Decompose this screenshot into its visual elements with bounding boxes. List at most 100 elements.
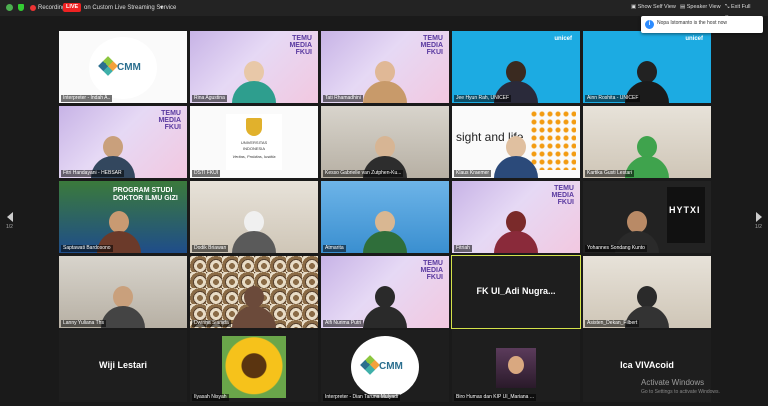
activate-windows-watermark: Activate Windows — [641, 378, 705, 387]
video-tile[interactable]: PROGRAM STUDI DOKTOR ILMU GIZI Saptawati… — [59, 181, 187, 253]
meeting-info-icon[interactable] — [6, 4, 13, 11]
temu-media-banner: TEMU MEDIA FKUI — [289, 35, 312, 56]
participant-name: Ainn Roshita - UNICEF — [585, 95, 641, 102]
program-text: PROGRAM STUDI DOKTOR ILMU GIZI — [113, 187, 178, 202]
book-cover-text: HYTXI — [669, 205, 701, 215]
participant-video — [230, 286, 278, 328]
universitas-indonesia-logo: UNIVERSITAS INDONESIA Veritas, Probitas,… — [226, 114, 282, 170]
participant-video — [361, 61, 409, 103]
video-tile[interactable]: TEMU MEDIA FKUI Fitriah — [452, 181, 580, 253]
video-tile[interactable]: Dodik Briawan — [190, 181, 318, 253]
participant-name: Dwinna Sianida — [192, 320, 231, 327]
participant-name: Yohannes Sondang Kunto — [585, 245, 647, 252]
ui-logo-motto: Veritas, Probitas, Iustitia — [232, 154, 276, 159]
live-badge[interactable]: LIVE — [63, 3, 82, 12]
video-tile[interactable]: sight and life Klaus Kraemer — [452, 106, 580, 178]
participant-name: Saptawati Bardosono — [61, 245, 113, 252]
participant-video — [361, 211, 409, 253]
participant-name: Alfi Nurima Putri — [323, 320, 364, 327]
video-tile-active-speaker[interactable]: FK UI_Adi Nugra... — [451, 255, 581, 329]
video-tile[interactable]: TEMU MEDIA FKUI Rina Agustina — [190, 31, 318, 103]
temu-media-banner: TEMU MEDIA FKUI — [420, 260, 443, 281]
speaker-view-icon: ▤ — [680, 4, 686, 10]
participant-name: Atmarita — [323, 245, 346, 252]
recording-dot-icon — [30, 5, 36, 11]
video-tile[interactable]: UNIVERSITAS INDONESIA Veritas, Probitas,… — [190, 106, 318, 178]
participant-name: DSTI FKUI — [192, 170, 221, 177]
participant-video — [492, 136, 540, 178]
recording-label[interactable]: Recording — [38, 2, 65, 14]
participant-video — [361, 286, 409, 328]
cmm-logo: CMM — [89, 37, 157, 99]
info-icon: i — [645, 20, 654, 29]
host-notification-toast[interactable]: i Nopa Istomanto is the host now — [641, 16, 763, 33]
video-tile[interactable]: Dwinna Sianida — [190, 256, 318, 328]
ui-logo-line2: INDONESIA — [242, 146, 265, 151]
cmm-logo-mark-icon — [98, 56, 118, 76]
temu-media-banner: TEMU MEDIA FKUI — [420, 35, 443, 56]
speaker-view-label: Speaker View — [686, 4, 721, 10]
participant-display-name: FK UI_Adi Nugra... — [476, 286, 556, 296]
notification-text: Nopa Istomanto is the host now — [657, 20, 728, 26]
cmm-logo-text: CMM — [379, 361, 403, 372]
video-tile[interactable]: TEMU MEDIA FKUI Tati Rhamadhini — [321, 31, 449, 103]
participant-name: Interpreter - Dian Taruna Mulyadi — [323, 394, 400, 401]
participant-name: Klaus Kraemer — [454, 170, 492, 177]
participant-name: Kartika Gusti Lestari — [585, 170, 635, 177]
video-tile[interactable]: CMM Interpreter - Indah A.. — [59, 31, 187, 103]
participant-name: Tati Rhamadhini — [323, 95, 363, 102]
video-tile[interactable]: Wiji Lestari — [59, 330, 187, 402]
video-tile[interactable]: TEMU MEDIA FKUI Fitri Handayani - HEBSAR — [59, 106, 187, 178]
video-tile[interactable]: unicef Ainn Roshita - UNICEF — [583, 31, 711, 103]
self-view-icon: ▣ — [631, 4, 637, 10]
video-tile[interactable]: Kesso Gabrielle van Zutphen-Ku... — [321, 106, 449, 178]
chevron-down-icon[interactable]: ▾ — [160, 2, 163, 14]
video-tile[interactable]: CMM Interpreter - Dian Taruna Mulyadi — [321, 330, 449, 402]
unicef-logo: unicef — [685, 36, 703, 42]
show-self-view-button[interactable]: ▣ Show Self View — [628, 2, 679, 13]
participant-name: Kesso Gabrielle van Zutphen-Ku... — [323, 170, 404, 177]
video-tile[interactable]: Lanny Yuliana Ths — [59, 256, 187, 328]
temu-media-banner: TEMU MEDIA FKUI — [551, 185, 574, 206]
book-cover: HYTXI — [667, 187, 705, 243]
participant-name: Fitriah — [454, 245, 472, 252]
ui-crest-icon — [246, 118, 262, 136]
speaker-view-button[interactable]: ▤ Speaker View — [677, 2, 724, 13]
participant-video — [230, 211, 278, 253]
video-tile[interactable]: unicef Jee Hyun Rah, UNICEF — [452, 31, 580, 103]
participant-name: Fitri Handayani - HEBSAR — [61, 170, 124, 177]
participant-video — [99, 286, 147, 328]
cmm-logo-mark-icon — [360, 355, 380, 375]
participant-video — [230, 61, 278, 103]
participant-display-name: Wiji Lestari — [99, 360, 147, 370]
unicef-logo: unicef — [554, 36, 572, 42]
video-tile[interactable]: Biro Humas dan KIP UI_Mariana ... — [452, 330, 580, 402]
activate-windows-subtext: Go to Settings to activate Windows. — [641, 389, 720, 395]
show-self-view-label: Show Self View — [637, 4, 676, 10]
gallery-grid: CMM Interpreter - Indah A.. TEMU MEDIA F… — [0, 16, 768, 406]
cmm-logo: CMM — [351, 336, 419, 398]
video-tile[interactable]: HYTXI Yohannes Sondang Kunto — [583, 181, 711, 253]
temu-media-banner: TEMU MEDIA FKUI — [158, 110, 181, 131]
video-tile[interactable]: Atmarita — [321, 181, 449, 253]
participant-name: Interpreter - Indah A.. — [61, 95, 113, 102]
video-tile[interactable]: Asisten_Dekan_Filbert — [583, 256, 711, 328]
ui-logo-line1: UNIVERSITAS — [240, 140, 268, 145]
participant-name: Lanny Yuliana Ths — [61, 320, 106, 327]
cmm-logo-text: CMM — [117, 62, 141, 73]
video-tile[interactable]: TEMU MEDIA FKUI Alfi Nurima Putri — [321, 256, 449, 328]
participant-name: Rina Agustina — [192, 95, 227, 102]
participant-name: Asisten_Dekan_Filbert — [585, 320, 640, 327]
exit-fullscreen-icon: ⤡ — [725, 4, 730, 10]
participant-name: Jee Hyun Rah, UNICEF — [454, 95, 512, 102]
participant-display-name: Ica VIVAcoid — [620, 360, 674, 370]
video-tile[interactable]: Ilyasah Nisyah — [190, 330, 318, 402]
exit-full-screen-button[interactable]: ⤡ Exit Full Screen — [722, 2, 768, 21]
meeting-top-bar: Recording LIVE on Custom Live Streaming … — [0, 0, 768, 21]
participant-video — [492, 211, 540, 253]
video-tile[interactable]: Kartika Gusti Lestari — [583, 106, 711, 178]
sunflower-profile-photo — [222, 336, 286, 398]
participant-name: Ilyasah Nisyah — [192, 394, 229, 401]
participant-name: Biro Humas dan KIP UI_Mariana ... — [454, 394, 536, 401]
security-shield-icon[interactable] — [18, 4, 24, 11]
